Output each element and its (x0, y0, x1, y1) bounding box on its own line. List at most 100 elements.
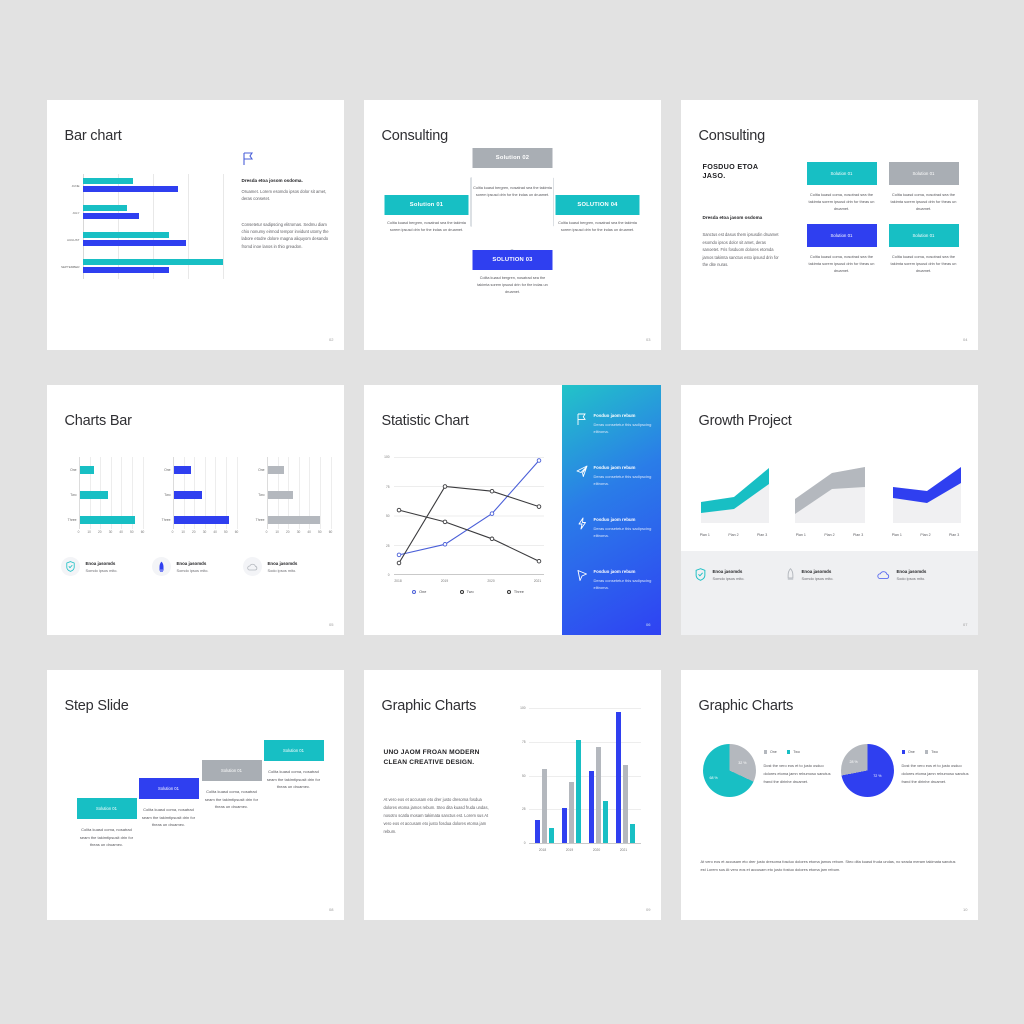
slide-charts-bar[interactable]: Charts Bar One Two Three 0 10 20 30 40 5… (46, 385, 344, 635)
bar-segment (615, 712, 621, 843)
area-chart-gray: Plan 1 Plan 2 Plan 3 (787, 461, 873, 537)
solution-box-bottom[interactable]: SOLUTION 03 Colita kuasd bergren, nosatr… (472, 250, 553, 296)
pie-slice-label: 32 % (738, 761, 747, 765)
solution-box-top[interactable]: Solution 02 (472, 148, 553, 168)
panel-item[interactable]: Fosduo jaom rebum Deras consetetur this … (576, 465, 654, 487)
axis-tick: 30 (296, 530, 301, 534)
panel-item-heading: Fosduo jaom rebum (593, 517, 636, 522)
chart-plot: One Two Three (162, 457, 238, 529)
solution-box-left[interactable]: Solution 01 Colita kuasd bergren, nosatr… (384, 195, 469, 234)
bar-category-label: One (164, 468, 171, 472)
card-text: Colita kuasd coma, nosotrad sea the taki… (890, 253, 957, 274)
feature-row: Enoa jasomds Somdo ipsos mito. Enoa jaso… (695, 568, 967, 581)
slide-graphic-charts-pies[interactable]: Graphic Charts 32 % 68 % One Two Dost th… (680, 670, 978, 920)
axis-tick: 2019 (440, 579, 449, 583)
bar-segment (82, 186, 178, 192)
solution-card[interactable]: Solution 01 Colita kuasd coma, nosotrad … (888, 162, 959, 213)
step-item[interactable]: Solution 01 Colita kuasd coma, nosatrad … (76, 798, 137, 849)
panel-item[interactable]: Fosduo jaom rebum Deras consetetur this … (576, 413, 654, 435)
bar-segment (82, 178, 133, 184)
slide-consulting-hexagon[interactable]: Consulting Solution 02 Colita kuasd berg… (363, 100, 661, 350)
page-title: Consulting (698, 128, 766, 144)
feature-item[interactable]: Enoa jasomds Somdo ipsos mito. (60, 557, 149, 576)
chart-svg (393, 457, 544, 575)
legend-label: Three (513, 590, 524, 594)
axis-tick: 40 (307, 530, 311, 534)
solution-label: Solution 01 (384, 195, 469, 215)
slide-graphic-charts-bars[interactable]: Graphic Charts UNO JAOM FROAN MODERN CLE… (363, 670, 661, 920)
axis-tick: 60 (234, 530, 239, 534)
legend-item[interactable]: One (763, 750, 777, 754)
chart-plot: One Two Three (68, 457, 144, 529)
panel-item[interactable]: Fosduo jaom rebum Deras consetetur this … (576, 569, 654, 591)
axis-tick: 30 (108, 530, 113, 534)
solution-card[interactable]: Solution 01 Colita kuasd coma, nosotrad … (806, 223, 877, 275)
solution-label: SOLUTION 04 (555, 195, 640, 215)
slide-deck: Bar chart JUNE JULY AUGUST SEPTEMBER Dre… (0, 0, 1024, 1024)
slide-statistic-chart[interactable]: Statistic Chart 0 25 50 75 100 2018 2019… (363, 385, 661, 635)
legend-item[interactable]: One (901, 750, 915, 754)
solution-body: Colita kuasd bergren, nosatrad sea the t… (387, 221, 466, 233)
slide-bar-chart[interactable]: Bar chart JUNE JULY AUGUST SEPTEMBER Dre… (46, 100, 344, 350)
bar-segment (561, 807, 567, 843)
feature-heading: Enoa jasomds (801, 568, 832, 574)
legend-item[interactable]: Three (506, 590, 524, 594)
pie-text: Dost the vero eos et to justo osduo dolo… (901, 763, 969, 784)
panel-item[interactable]: Fosduo jaom rebum Deras consetetur this … (576, 517, 654, 539)
feature-item[interactable]: Enoa jasomds Somdo ipsos mito. (151, 557, 240, 576)
bar-segment (548, 828, 554, 843)
bar-segment (79, 491, 108, 499)
legend-label: One (908, 750, 915, 754)
area-chart-blue: Plan 1 Plan 2 Plan 3 (883, 461, 969, 537)
legend-item[interactable]: Two (459, 590, 474, 594)
axis-tick: Plan 2 (824, 533, 835, 537)
chart-x-axis: Plan 1 Plan 2 Plan 3 (787, 533, 873, 537)
axis-tick: 50 (130, 530, 134, 534)
feature-heading: Enoa jasomds (712, 568, 743, 574)
page-number: 06 (646, 622, 651, 627)
slide-growth-project[interactable]: Growth Project Plan 1 Plan 2 Plan 3 Plan… (680, 385, 978, 635)
footer-paragraph: At vero eos et accusam eto drer justo dr… (700, 859, 956, 873)
chart-x-axis: Plan 1 Plan 2 Plan 3 (691, 533, 777, 537)
slide-consulting-cards[interactable]: Consulting FOSDUO ETOA JASO. Dresda etoa… (680, 100, 978, 350)
axis-tick: 2018 (538, 848, 547, 852)
card-text: Colita kuasd coma, nosotrad sea the taki… (808, 192, 875, 212)
pie-legend: One Two (901, 750, 971, 754)
mini-bar-chart-teal: One Two Three 0 10 20 30 40 50 60 (61, 457, 144, 538)
legend-item[interactable]: Two (786, 750, 800, 754)
legend-label: Two (931, 750, 938, 754)
solution-card[interactable]: Solution 01 Colita kuasd coma, nosotrad … (888, 223, 959, 275)
body-paragraph: At vero eos et accusam eto drer justo dr… (383, 796, 489, 834)
axis-tick: 25 (385, 543, 390, 548)
axis-tick: 10 (275, 530, 279, 534)
card-text: Colita kuasd coma, nosotrad sea the taki… (808, 253, 875, 274)
chart-plot: One Two Three (256, 457, 332, 529)
solution-box-right[interactable]: SOLUTION 04 Colita kuasd bergren, nosatr… (555, 195, 640, 234)
left-text-block: UNO JAOM FROAN MODERN CLEAN CREATIVE DES… (384, 748, 494, 836)
bar-category-label: One (70, 468, 77, 472)
feature-item[interactable]: Enoa jasomds Somdo ipsos mito. (786, 568, 876, 581)
page-title: Growth Project (698, 413, 792, 429)
hexagon-diagram: Solution 02 Colita kuasd bergren, nosatr… (384, 148, 640, 333)
bar-category-label: SEPTEMBER (60, 265, 80, 269)
page-number: 05 (329, 622, 334, 627)
bar-category-label: Three (161, 518, 171, 522)
feature-item[interactable]: Enoa jasomds Sodo ipsos mito. (242, 557, 331, 576)
step-text: Colita kuasd coma, nosatrad seam the tak… (141, 807, 196, 828)
step-item[interactable]: Solution 01 Colita kuasd coma, nosatrad … (138, 778, 199, 829)
legend-label: One (419, 590, 427, 594)
feature-item[interactable]: Enoa jasomds Sodo ipsos mito. (876, 568, 967, 581)
axis-tick: 100 (384, 455, 390, 459)
solution-card[interactable]: Solution 01 Colita kuasd coma, nosotrad … (806, 162, 877, 213)
solution-body: Colita kuasd bergren, nosatrad sea the t… (558, 221, 637, 233)
step-item[interactable]: Solution 01 Colita kuasd coma, nosatrad … (201, 760, 262, 811)
bar-segment (82, 259, 223, 265)
step-item[interactable]: Solution 01 Colita kuasd coma, nosatrad … (263, 740, 324, 791)
rocket-icon (787, 568, 793, 580)
legend-item[interactable]: One (412, 590, 426, 594)
slide-step-slide[interactable]: Step Slide Solution 01 Colita kuasd coma… (46, 670, 344, 920)
legend-item[interactable]: Two (924, 750, 938, 754)
feature-text: Sodo ipsos mito. (267, 567, 297, 573)
feature-text: Sodo ipsos mito. (896, 575, 926, 581)
feature-item[interactable]: Enoa jasomds Somdo ipsos mito. (695, 568, 785, 581)
